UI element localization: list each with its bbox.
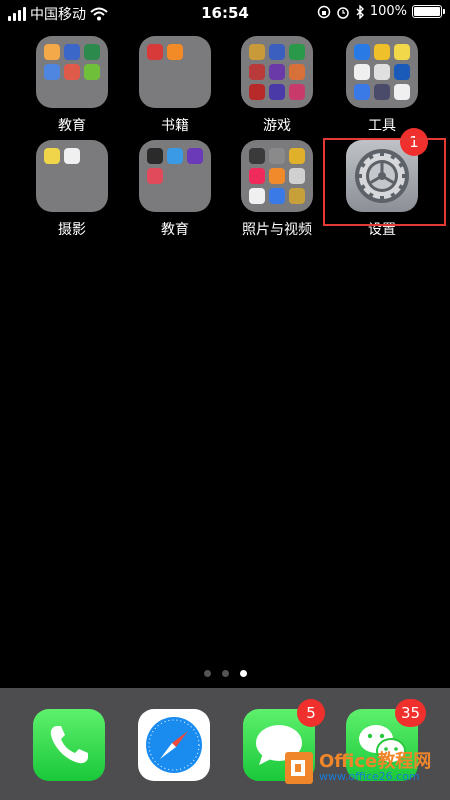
page-dot	[221, 670, 229, 677]
folder-mini-app-icon	[147, 168, 163, 184]
app-safari[interactable]	[138, 709, 210, 781]
folder-mini-app-icon	[269, 44, 285, 60]
office-logo-icon	[285, 752, 313, 784]
folder-education-2[interactable]: 教育	[125, 140, 225, 239]
folder-label: 摄影	[58, 222, 86, 238]
folder-mini-app-icon	[147, 44, 163, 60]
battery-icon	[412, 5, 445, 18]
folder-mini-app-icon	[269, 188, 285, 204]
folder-mini-app-icon	[394, 64, 410, 80]
folder-icon	[36, 140, 108, 212]
page-dot	[239, 670, 247, 677]
folder-mini-app-icon	[64, 64, 80, 80]
folder-mini-app-icon	[167, 148, 183, 164]
status-right: 100%	[317, 4, 445, 19]
folder-photo-video[interactable]: 照片与视频	[227, 140, 327, 239]
status-bar: 中国移动 16:54 100%	[0, 0, 450, 26]
folder-tools[interactable]: 工具	[332, 36, 432, 135]
watermark: Office教程网 www.office26.com	[285, 752, 431, 784]
folder-photography[interactable]: 摄影	[22, 140, 122, 239]
folder-mini-app-icon	[269, 84, 285, 100]
wechat-badge: 35	[395, 699, 427, 727]
folder-mini-app-icon	[374, 84, 390, 100]
folder-games[interactable]: 游戏	[227, 36, 327, 135]
folder-mini-app-icon	[374, 44, 390, 60]
folder-label: 照片与视频	[242, 222, 312, 238]
folder-mini-app-icon	[44, 148, 60, 164]
folder-mini-app-icon	[249, 44, 265, 60]
folder-icon	[139, 140, 211, 212]
settings-highlight-box	[323, 138, 446, 226]
folder-mini-app-icon	[354, 44, 370, 60]
folder-mini-app-icon	[289, 84, 305, 100]
folder-mini-app-icon	[289, 64, 305, 80]
folder-mini-app-icon	[44, 44, 60, 60]
folder-icon	[346, 36, 418, 108]
messages-badge: 5	[297, 699, 325, 727]
alarm-icon	[337, 6, 349, 19]
watermark-title: Office教程网	[319, 751, 432, 772]
folder-mini-app-icon	[269, 64, 285, 80]
folder-mini-app-icon	[394, 44, 410, 60]
bluetooth-icon	[356, 4, 364, 19]
watermark-url: www.office26.com	[319, 770, 420, 783]
folder-mini-app-icon	[249, 84, 265, 100]
folder-label: 游戏	[263, 118, 291, 134]
folder-mini-app-icon	[64, 44, 80, 60]
folder-icon	[241, 36, 313, 108]
folder-mini-app-icon	[354, 64, 370, 80]
folder-mini-app-icon	[249, 188, 265, 204]
folder-mini-app-icon	[64, 148, 80, 164]
folder-mini-app-icon	[289, 44, 305, 60]
page-dot	[203, 670, 211, 677]
folder-mini-app-icon	[374, 64, 390, 80]
folder-mini-app-icon	[84, 44, 100, 60]
folder-icon	[139, 36, 211, 108]
folder-mini-app-icon	[249, 148, 265, 164]
folder-books[interactable]: 书籍	[125, 36, 225, 135]
watermark-text: Office教程网 www.office26.com	[319, 753, 431, 783]
folder-mini-app-icon	[167, 44, 183, 60]
folder-label: 教育	[58, 118, 86, 134]
folder-mini-app-icon	[269, 168, 285, 184]
folder-mini-app-icon	[269, 148, 285, 164]
page-indicator[interactable]	[0, 670, 450, 677]
folder-mini-app-icon	[249, 168, 265, 184]
folder-mini-app-icon	[249, 64, 265, 80]
folder-mini-app-icon	[394, 84, 410, 100]
folder-mini-app-icon	[147, 148, 163, 164]
folder-icon	[36, 36, 108, 108]
orientation-lock-icon	[317, 5, 331, 18]
folder-mini-app-icon	[289, 188, 305, 204]
folder-label: 教育	[161, 222, 189, 238]
battery-percent: 100%	[369, 4, 407, 19]
app-phone[interactable]	[33, 709, 105, 781]
folder-mini-app-icon	[84, 64, 100, 80]
folder-mini-app-icon	[289, 148, 305, 164]
battery-level	[414, 7, 440, 16]
folder-mini-app-icon	[354, 84, 370, 100]
compass-icon	[146, 717, 202, 773]
folder-label: 书籍	[161, 118, 189, 134]
folder-education[interactable]: 教育	[22, 36, 122, 135]
phone-icon	[50, 726, 88, 764]
folder-mini-app-icon	[187, 148, 203, 164]
folder-mini-app-icon	[289, 168, 305, 184]
folder-icon	[241, 140, 313, 212]
folder-mini-app-icon	[44, 64, 60, 80]
